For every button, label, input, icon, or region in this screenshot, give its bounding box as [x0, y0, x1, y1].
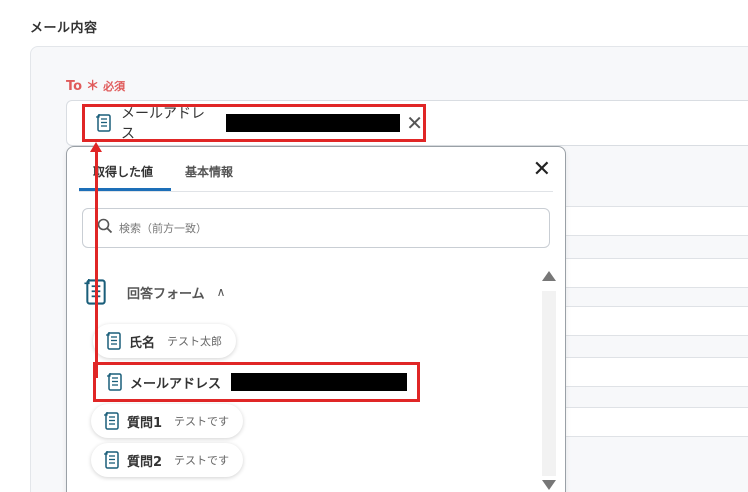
- picker-tabs: 取得した値 基本情報: [79, 153, 251, 191]
- search-icon: [97, 218, 113, 238]
- section-title: メール内容: [30, 21, 98, 36]
- background-field[interactable]: [566, 357, 748, 387]
- scroll-down-icon[interactable]: [542, 480, 556, 490]
- document-list-icon: [103, 450, 121, 470]
- document-list-icon: [105, 331, 123, 351]
- document-list-icon: [95, 113, 113, 133]
- to-label-text: To: [66, 79, 83, 94]
- chip-label: メールアドレス: [121, 106, 205, 142]
- tabs-divider: [79, 191, 553, 192]
- required-mark: ＊: [86, 79, 100, 94]
- item-value: テストです: [174, 415, 230, 428]
- item-name: 氏名: [129, 335, 156, 351]
- value-picker-dropdown: 取得した値 基本情報 ✕ 検索（前方一致） 回答フォーム ∧: [66, 146, 566, 492]
- background-field[interactable]: [566, 258, 748, 288]
- item-name: メールアドレス: [130, 376, 222, 392]
- tab-basic-info[interactable]: 基本情報: [171, 153, 251, 191]
- list-item[interactable]: 氏名 テスト太郎: [93, 324, 237, 358]
- document-list-icon: [106, 372, 124, 392]
- list-item[interactable]: 質問2 テストです: [91, 443, 244, 477]
- redacted-value: [231, 373, 408, 391]
- scrollbar[interactable]: [542, 291, 556, 476]
- annotation-arrow-head: [90, 142, 102, 152]
- required-text: 必須: [103, 80, 126, 93]
- scroll-up-icon[interactable]: [542, 271, 556, 281]
- close-icon[interactable]: ✕: [406, 113, 423, 133]
- item-name: 質問1: [127, 415, 163, 431]
- to-field-label: To ＊必須: [66, 75, 125, 94]
- background-field[interactable]: [566, 407, 748, 437]
- chevron-up-icon[interactable]: ∧: [217, 285, 226, 299]
- search-input[interactable]: 検索（前方一致）: [82, 208, 550, 248]
- list-item-selected[interactable]: メールアドレス: [93, 362, 420, 402]
- tab-acquired-values[interactable]: 取得した値: [79, 153, 172, 191]
- item-name: 質問2: [127, 454, 163, 470]
- redacted-value: [226, 114, 401, 132]
- background-field[interactable]: [566, 206, 748, 236]
- document-list-icon: [103, 411, 121, 431]
- search-placeholder: 検索（前方一致）: [119, 222, 207, 235]
- background-field[interactable]: [566, 306, 748, 336]
- group-title: 回答フォーム: [127, 286, 205, 302]
- annotation-arrow-line: [95, 150, 98, 378]
- list-item[interactable]: 質問1 テストです: [91, 404, 244, 438]
- to-value-chip[interactable]: メールアドレス ✕: [82, 104, 426, 142]
- group-header[interactable]: 回答フォーム ∧: [83, 277, 225, 307]
- item-value: テストです: [174, 454, 230, 467]
- item-value: テスト太郎: [167, 335, 223, 348]
- close-icon[interactable]: ✕: [533, 159, 551, 181]
